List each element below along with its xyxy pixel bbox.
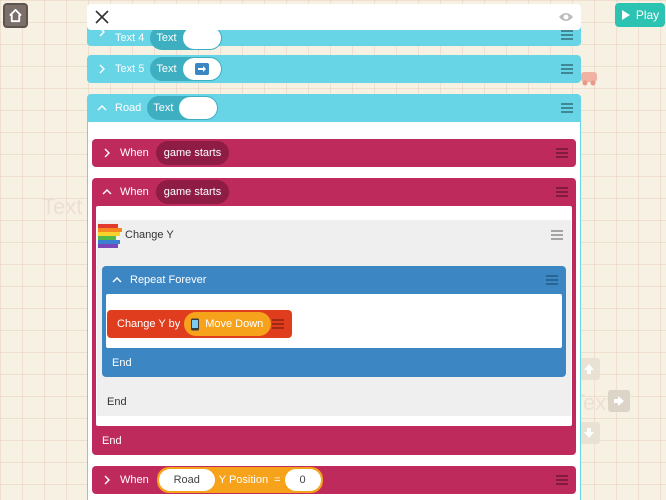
menu-icon[interactable] bbox=[561, 103, 573, 113]
value-input[interactable]: 0 bbox=[284, 469, 321, 491]
equals-operator[interactable]: = bbox=[274, 474, 280, 486]
repeat-end-label: End bbox=[112, 357, 132, 369]
play-label: Play bbox=[635, 8, 660, 22]
chevron-right-icon[interactable] bbox=[102, 475, 112, 485]
menu-icon[interactable] bbox=[546, 275, 558, 285]
text5-row[interactable]: Text 5 Text bbox=[87, 55, 581, 83]
menu-icon[interactable] bbox=[551, 230, 563, 240]
home-button[interactable] bbox=[3, 3, 28, 28]
menu-icon[interactable] bbox=[556, 187, 568, 197]
rainbow-icon bbox=[98, 224, 122, 248]
menu-icon[interactable] bbox=[561, 64, 573, 74]
arrow-up-key[interactable] bbox=[578, 358, 600, 380]
road-label: Road bbox=[115, 102, 142, 114]
menu-icon[interactable] bbox=[561, 30, 573, 40]
game-starts-pill[interactable]: game starts bbox=[155, 141, 230, 165]
car-icon bbox=[578, 66, 600, 88]
chevron-right-icon[interactable] bbox=[102, 148, 112, 158]
change-y-end-label: End bbox=[107, 396, 127, 408]
eye-icon[interactable] bbox=[558, 11, 574, 23]
road-pill[interactable]: Text bbox=[147, 96, 219, 120]
when-label: When bbox=[120, 147, 149, 159]
when-label: When bbox=[120, 474, 149, 486]
rule2-end-label: End bbox=[102, 435, 122, 447]
y-position-label: Y Position bbox=[218, 474, 269, 486]
menu-icon[interactable] bbox=[556, 475, 568, 485]
arrow-down-icon bbox=[584, 428, 594, 438]
text5-label: Text 5 bbox=[115, 63, 145, 75]
arrow-right-icon bbox=[614, 396, 624, 406]
change-y-header[interactable]: Change Y bbox=[97, 220, 571, 250]
game-starts-pill[interactable]: game starts bbox=[155, 180, 230, 204]
rule-when-game-starts-collapsed[interactable]: When game starts bbox=[92, 139, 576, 167]
repeat-header[interactable]: Repeat Forever bbox=[102, 266, 566, 294]
rule2-header[interactable]: When game starts bbox=[92, 178, 576, 206]
background-text-ghost: Text bbox=[42, 194, 83, 219]
arrow-up-icon bbox=[584, 364, 594, 374]
text4-label: Text 4 bbox=[115, 32, 145, 44]
menu-icon[interactable] bbox=[556, 148, 568, 158]
close-icon[interactable] bbox=[94, 9, 110, 25]
editor-header bbox=[87, 4, 581, 30]
chevron-up-icon[interactable] bbox=[102, 187, 112, 197]
chevron-right-icon[interactable] bbox=[97, 64, 107, 74]
text5-pill[interactable]: Text bbox=[150, 57, 222, 81]
when-label: When bbox=[120, 186, 149, 198]
arrow-down-key[interactable] bbox=[578, 422, 600, 444]
menu-icon[interactable] bbox=[272, 319, 284, 329]
change-y-by-block[interactable]: Change Y by Move Down bbox=[107, 310, 292, 338]
home-icon bbox=[9, 8, 22, 23]
arrow-right-key[interactable] bbox=[608, 390, 630, 412]
change-y-by-label: Change Y by bbox=[117, 318, 181, 330]
repeat-forever-label: Repeat Forever bbox=[130, 274, 207, 286]
play-icon bbox=[621, 10, 630, 20]
chevron-up-icon[interactable] bbox=[112, 275, 122, 285]
chevron-up-icon[interactable] bbox=[97, 103, 107, 113]
arrow-right-icon bbox=[194, 63, 209, 75]
road-object-pill[interactable]: Road bbox=[158, 469, 215, 491]
play-button[interactable]: Play bbox=[615, 3, 665, 27]
move-down-pill[interactable]: Move Down bbox=[184, 312, 272, 336]
road-y-position-pill[interactable]: Road Y Position = 0 bbox=[156, 467, 323, 493]
rule-when-road-y-position[interactable]: When Road Y Position = 0 bbox=[92, 466, 576, 494]
phone-icon bbox=[191, 318, 200, 330]
change-y-label: Change Y bbox=[125, 229, 174, 241]
road-header[interactable]: Road Text bbox=[87, 94, 581, 122]
